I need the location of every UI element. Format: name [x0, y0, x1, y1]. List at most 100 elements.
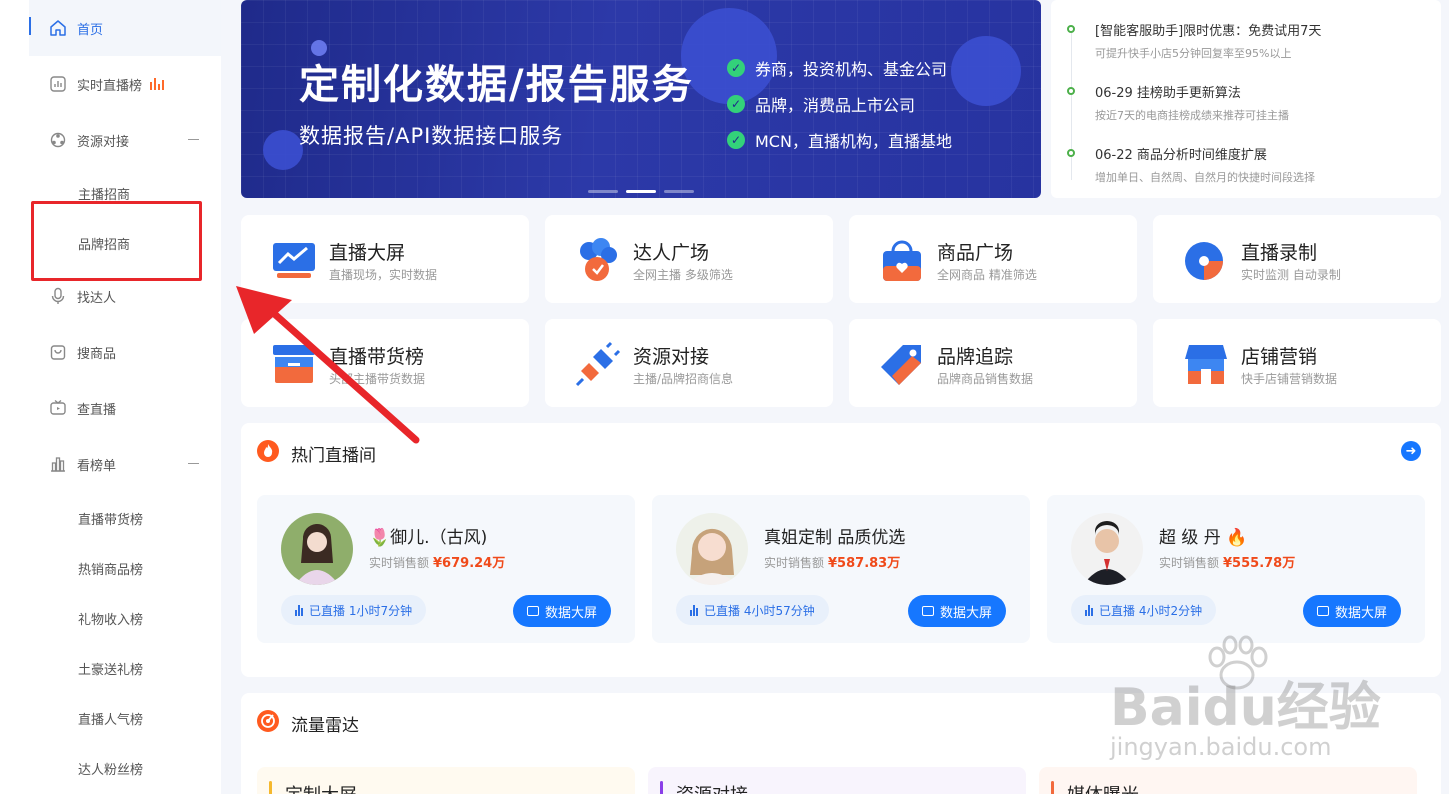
banner-decoration: [951, 36, 1021, 106]
feature-resource-match[interactable]: 资源对接 主播/品牌招商信息: [545, 319, 833, 407]
sidebar-subitem-talent-fans-rank[interactable]: 达人粉丝榜: [29, 743, 221, 793]
sales-label: 实时销售额: [1159, 556, 1220, 570]
sidebar-item-rankings[interactable]: 看榜单: [29, 436, 221, 492]
streamer-name: 超 级 丹 🔥: [1159, 528, 1248, 548]
plug-icon: [575, 341, 621, 387]
streamer-avatar[interactable]: [281, 513, 353, 585]
sidebar-subitem-gift-giver-rank[interactable]: 土豪送礼榜: [29, 643, 221, 693]
sidebar-item-label: 看榜单: [77, 458, 117, 474]
feature-title: 资源对接: [633, 346, 710, 368]
arrow-right-icon[interactable]: ➜: [1401, 441, 1421, 461]
news-desc: 可提升快手小店5分钟回复率至95%以上: [1095, 47, 1292, 60]
live-status-text: 已直播 4小时2分钟: [1099, 603, 1203, 618]
tab-accent-bar: [269, 781, 272, 794]
feature-desc: 直播现场，实时数据: [329, 268, 438, 282]
feature-title: 店铺营销: [1241, 346, 1318, 368]
news-desc: 增加单日、自然周、自然月的快捷时间段选择: [1095, 171, 1315, 184]
sales-value: ¥587.83万: [828, 556, 901, 571]
banner-title: 定制化数据/报告服务: [299, 62, 694, 108]
sidebar-item-label: 实时直播榜: [77, 78, 143, 94]
banner-point-text: 券商，投资机构、基金公司: [755, 60, 948, 79]
collapse-icon[interactable]: [188, 463, 199, 464]
sidebar-subitem-hot-goods-rank[interactable]: 热销商品榜: [29, 543, 221, 593]
annotation-arrow-icon: [236, 286, 420, 444]
sidebar-item-label: 查直播: [77, 402, 117, 418]
sidebar-item-search-goods[interactable]: 搜商品: [29, 324, 221, 380]
section-title: 流量雷达: [291, 716, 359, 736]
sidebar-item-resource[interactable]: 资源对接: [29, 112, 221, 168]
bag-icon: [49, 343, 67, 361]
streamer-avatar[interactable]: [1071, 513, 1143, 585]
sidebar-subitem-live-sales-rank[interactable]: 直播带货榜: [29, 493, 221, 543]
button-label: 数据大屏: [544, 605, 597, 621]
live-card[interactable]: 真姐定制 品质优选 实时销售额 ¥587.83万 已直播 4小时57分钟 数据大屏: [652, 495, 1030, 643]
shopping-bag-icon: [879, 237, 925, 283]
sales-line: 实时销售额 ¥555.78万: [1159, 552, 1295, 571]
feature-brand-track[interactable]: 品牌追踪 品牌商品销售数据: [849, 319, 1137, 407]
streamer-name: 真姐定制 品质优选: [764, 528, 906, 548]
record-disc-icon: [1183, 237, 1229, 283]
sidebar-item-label: 资源对接: [77, 134, 130, 150]
feature-talent-plaza[interactable]: 达人广场 全网主播 多级筛选: [545, 215, 833, 303]
data-screen-button[interactable]: 数据大屏: [907, 595, 1006, 627]
sales-line: 实时销售额 ¥679.24万: [369, 552, 505, 571]
collapse-icon[interactable]: [188, 139, 199, 140]
sidebar-subitem-gift-income-rank[interactable]: 礼物收入榜: [29, 593, 221, 643]
sidebar-item-live-rank[interactable]: 实时直播榜: [29, 56, 221, 112]
sidebar-subitem-label: 热销商品榜: [78, 562, 144, 578]
feature-title: 直播大屏: [329, 242, 406, 264]
active-indicator: [29, 17, 31, 35]
banner-subtitle: 数据报告/API数据接口服务: [299, 124, 564, 148]
tab-accent-bar: [1051, 781, 1054, 794]
streamer-avatar[interactable]: [676, 513, 748, 585]
feature-desc: 实时监测 自动录制: [1241, 268, 1341, 282]
timeline-dot: [1067, 87, 1075, 95]
sidebar-item-home[interactable]: 首页: [29, 0, 221, 56]
sales-label: 实时销售额: [369, 556, 430, 570]
news-title: 06-29 挂榜助手更新算法: [1095, 86, 1241, 101]
monitor-icon: [526, 606, 539, 616]
feature-title: 达人广场: [633, 242, 710, 264]
banner-point: ✓ 品牌，消费品上市公司: [727, 86, 952, 122]
sidebar-subitem-live-popularity-rank[interactable]: 直播人气榜: [29, 693, 221, 743]
feature-title: 品牌追踪: [937, 346, 1014, 368]
timeline-dot: [1067, 25, 1075, 33]
carousel-dot-active[interactable]: [626, 190, 656, 193]
sidebar-item-label: 找达人: [77, 290, 117, 306]
carousel-dot[interactable]: [664, 190, 694, 193]
feature-shop-marketing[interactable]: 店铺营销 快手店铺营销数据: [1153, 319, 1441, 407]
sidebar-subitem-label: 直播人气榜: [78, 712, 144, 728]
live-status-badge: 已直播 4小时57分钟: [676, 595, 829, 625]
carousel-dot[interactable]: [588, 190, 618, 193]
radar-tab-resource[interactable]: 资源对接: [648, 767, 1026, 794]
sidebar-item-label: 首页: [77, 22, 104, 38]
button-label: 数据大屏: [939, 605, 992, 621]
banner-point: ✓ 券商，投资机构、基金公司: [727, 50, 952, 86]
sidebar-subitem-label: 土豪送礼榜: [78, 662, 144, 678]
live-status-text: 已直播 4小时57分钟: [704, 603, 815, 618]
sidebar-item-check-live[interactable]: 查直播: [29, 380, 221, 436]
feature-desc: 品牌商品销售数据: [937, 372, 1034, 386]
monitor-icon: [921, 606, 934, 616]
live-card[interactable]: 🌷御儿.（古风) 实时销售额 ¥679.24万 已直播 1小时7分钟 数据大屏: [257, 495, 635, 643]
talent-plaza-icon: [575, 237, 621, 283]
data-screen-button[interactable]: 数据大屏: [1302, 595, 1401, 627]
check-icon: ✓: [727, 95, 745, 113]
banner-points: ✓ 券商，投资机构、基金公司 ✓ 品牌，消费品上市公司 ✓ MCN，直播机构，直播基地: [727, 50, 952, 158]
data-screen-button[interactable]: 数据大屏: [512, 595, 611, 627]
check-icon: ✓: [727, 131, 745, 149]
live-screen-icon: [271, 237, 317, 283]
live-card[interactable]: 超 级 丹 🔥 实时销售额 ¥555.78万 已直播 4小时2分钟 数据大屏: [1047, 495, 1425, 643]
radar-tab-custom-screen[interactable]: 定制大屏: [257, 767, 635, 794]
sales-value: ¥679.24万: [433, 556, 506, 571]
promo-banner[interactable]: 定制化数据/报告服务 数据报告/API数据接口服务 ✓ 券商，投资机构、基金公司 …: [241, 0, 1041, 198]
live-status-text: 已直播 1小时7分钟: [309, 603, 413, 618]
feature-desc: 主播/品牌招商信息: [633, 372, 734, 386]
feature-goods-plaza[interactable]: 商品广场 全网商品 精准筛选: [849, 215, 1137, 303]
radar-tab-label: 资源对接: [676, 781, 748, 794]
watermark-url: jingyan.baidu.com: [1110, 733, 1332, 761]
feature-live-record[interactable]: 直播录制 实时监测 自动录制: [1153, 215, 1441, 303]
timeline-dot: [1067, 149, 1075, 157]
tab-accent-bar: [660, 781, 663, 794]
chart-box-icon: [49, 75, 67, 93]
